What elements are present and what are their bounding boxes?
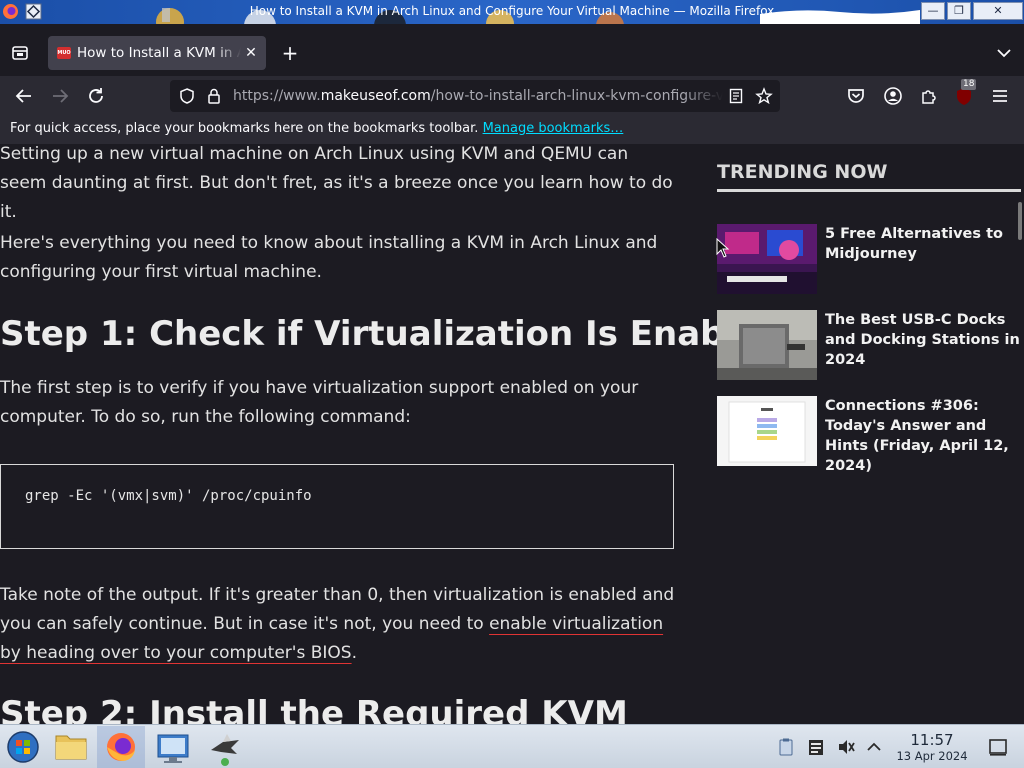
show-hidden-icons-chevron-up-icon[interactable]: [864, 737, 884, 757]
page-content[interactable]: Setting up a new virtual machine on Arch…: [0, 144, 1024, 724]
window-title: How to Install a KVM in Arch Linux and C…: [249, 4, 775, 18]
url-text[interactable]: https://www.makeuseof.com/how-to-install…: [233, 88, 723, 104]
mouse-cursor-icon: [716, 238, 730, 258]
firefox-taskbar-icon: [107, 733, 135, 761]
url-domain: makeuseof.com: [320, 88, 431, 104]
code-command[interactable]: grep -Ec '(vmx|svm)' /proc/cpuinfo: [25, 488, 312, 504]
article-intro-paragraph: Setting up a new virtual machine on Arch…: [0, 144, 673, 222]
taskbar-file-manager[interactable]: [47, 726, 95, 768]
pocket-icon[interactable]: [845, 85, 867, 107]
tab-label: How to Install a KVM in Arch Linux and C…: [77, 45, 241, 61]
ublock-extension-button[interactable]: 18: [953, 79, 977, 109]
url-bar[interactable]: https://www.makeuseof.com/how-to-install…: [170, 80, 780, 112]
reload-icon[interactable]: [85, 85, 107, 107]
bookmarks-toolbar: For quick access, place your bookmarks h…: [0, 116, 1024, 144]
bookmark-star-icon[interactable]: [755, 87, 773, 105]
taskbar-firefox[interactable]: [97, 726, 145, 768]
notes-tray-icon[interactable]: [806, 737, 826, 757]
page-scrollbar-thumb[interactable]: [1018, 202, 1022, 240]
trending-item-title[interactable]: 5 Free Alternatives to Midjourney: [825, 224, 1021, 264]
trending-item[interactable]: 5 Free Alternatives to Midjourney: [717, 224, 1021, 296]
list-all-tabs-chevron-down-icon[interactable]: [994, 43, 1014, 63]
tab-strip: MUO How to Install a KVM in Arch Linux a…: [0, 30, 1024, 76]
extensions-puzzle-icon[interactable]: [918, 85, 940, 107]
trending-item[interactable]: Connections #306: Today's Answer and Hin…: [717, 396, 1021, 474]
clock-time[interactable]: 11:57: [896, 731, 968, 749]
trending-item-title[interactable]: The Best USB-C Docks and Docking Station…: [825, 310, 1021, 370]
manage-bookmarks-link[interactable]: Manage bookmarks…: [483, 121, 624, 136]
close-window-button[interactable]: ✕: [973, 2, 1023, 20]
bookmarks-empty-message: For quick access, place your bookmarks h…: [10, 121, 624, 136]
navigation-toolbar: https://www.makeuseof.com/how-to-install…: [0, 76, 1024, 116]
folder-icon: [55, 735, 87, 760]
lock-icon[interactable]: [205, 87, 223, 105]
window-titlebar: How to Install a KVM in Arch Linux and C…: [0, 0, 1024, 24]
tab-active[interactable]: MUO How to Install a KVM in Arch Linux a…: [48, 36, 266, 70]
trending-thumbnail-image[interactable]: [717, 396, 817, 466]
taskbar: 11:57 13 Apr 2024: [0, 724, 1024, 768]
taskbar-control-panel[interactable]: [149, 726, 197, 768]
article-intro-paragraph-2: Here's everything you need to know about…: [0, 233, 658, 282]
minimize-button[interactable]: —: [921, 2, 945, 20]
new-tab-button[interactable]: +: [280, 43, 300, 63]
after-code-paragraph: Take note of the output. If it's greater…: [0, 585, 675, 663]
step2-heading: Step 2: Install the Required KVM: [0, 694, 628, 724]
virt-manager-icon: [211, 734, 239, 766]
trending-title: TRENDING NOW: [717, 161, 888, 183]
maximize-button[interactable]: ❐: [947, 2, 971, 20]
hamburger-menu-icon[interactable]: [989, 85, 1011, 107]
trending-item-title[interactable]: Connections #306: Today's Answer and Hin…: [825, 396, 1021, 476]
start-menu-button[interactable]: [0, 726, 48, 768]
reader-view-icon[interactable]: [727, 87, 745, 105]
tracking-protection-shield-icon[interactable]: [178, 87, 196, 105]
code-block[interactable]: grep -Ec '(vmx|svm)' /proc/cpuinfo: [0, 464, 674, 549]
volume-muted-icon[interactable]: [836, 737, 856, 757]
show-desktop-icon[interactable]: [988, 737, 1008, 757]
trending-divider: [717, 189, 1021, 192]
close-tab-button[interactable]: ✕: [242, 44, 260, 62]
step1-paragraph: The first step is to verify if you have …: [0, 378, 639, 427]
account-icon[interactable]: [882, 85, 904, 107]
trending-thumbnail-image[interactable]: [717, 310, 817, 380]
control-panel-icon: [157, 734, 189, 763]
clock-date[interactable]: 13 Apr 2024: [892, 749, 972, 763]
clipboard-tray-icon[interactable]: [776, 737, 796, 757]
taskbar-vm-app[interactable]: [201, 726, 249, 768]
trending-thumbnail-image[interactable]: [717, 224, 817, 294]
windows-start-orb-icon: [7, 731, 39, 763]
muo-favicon-icon: MUO: [57, 47, 71, 59]
forward-arrow-icon[interactable]: [49, 85, 71, 107]
firefox-view-icon[interactable]: [10, 43, 30, 63]
step1-heading: Step 1: Check if Virtualization Is Enabl…: [0, 314, 784, 354]
back-arrow-icon[interactable]: [13, 85, 35, 107]
extension-badge: 18: [961, 79, 977, 90]
trending-item[interactable]: The Best USB-C Docks and Docking Station…: [717, 310, 1021, 382]
